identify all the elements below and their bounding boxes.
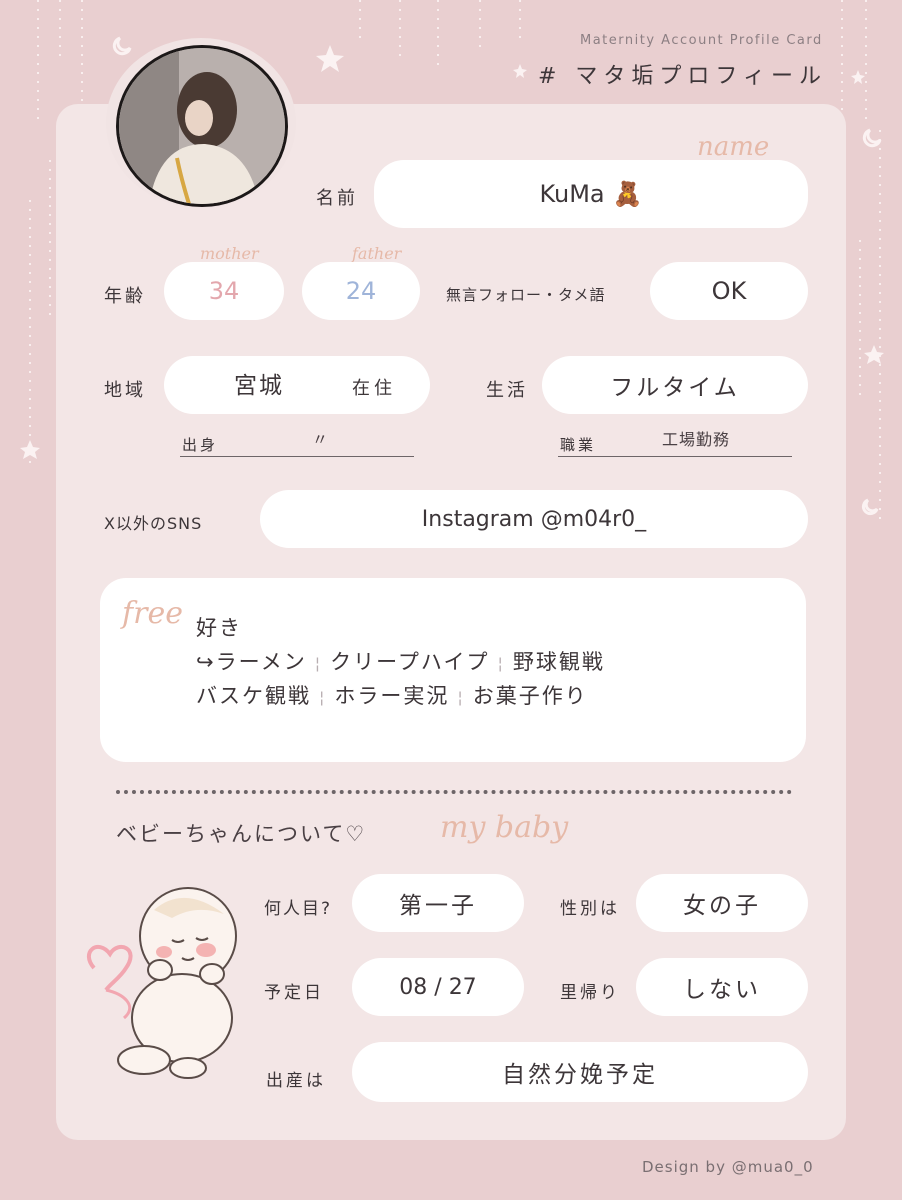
header-subtitle: Maternity Account Profile Card [580,33,823,48]
sns-field: Instagram @m04r0_ [260,490,808,548]
teddy-bear-icon: 🧸 [612,180,643,208]
name-script-label: name [697,132,770,162]
silent-follow-field: OK [650,262,808,320]
name-label: 名前 [316,188,358,209]
birthplace-value: 〃 [312,430,329,449]
free-heading: 好き [196,616,242,640]
sns-label: X以外のSNS [104,514,203,533]
job-value: 工場勤務 [662,430,731,449]
like-item: バスケ観戦 [196,684,311,708]
due-date-field: 08 / 27 [352,958,524,1016]
baby-order-value: 第一子 [399,893,477,919]
birth-method-label: 出産は [266,1071,326,1091]
sns-value: Instagram @m04r0_ [421,506,647,532]
silent-follow-value: OK [711,277,747,305]
due-date-value: 08 / 27 [399,974,477,1000]
age-label: 年齢 [104,286,146,307]
life-label: 生活 [486,380,528,401]
baby-heading: ベビーちゃんについて♡ [116,822,367,846]
birthplace-underline [180,456,414,457]
mother-age-field: 34 [164,262,284,320]
region-suffix: 在住 [352,378,396,399]
free-likes-line-1: ↪ラーメン ¦ クリープハイプ ¦ 野球観戦 [196,646,605,676]
like-item: 野球観戦 [512,650,605,674]
region-field: 宮城 在住 [164,356,430,414]
name-value: KuMa [539,180,605,208]
father-age-value: 24 [345,277,377,305]
return-home-value: しない [683,977,761,1003]
dotted-divider [116,790,792,794]
birthplace-label: 出身 [182,436,219,454]
like-item: クリープハイプ [330,650,490,674]
avatar-photo-icon [119,48,285,204]
return-home-label: 里帰り [560,983,620,1003]
header-title: # マタ垢プロフィール [538,64,827,89]
life-field: フルタイム [542,356,808,414]
region-label: 地域 [104,380,146,401]
separator: ¦ [457,688,465,707]
avatar [116,45,288,207]
name-field: KuMa 🧸 [374,160,808,228]
birth-method-value: 自然分娩予定 [502,1062,658,1088]
baby-gender-label: 性別は [560,899,620,919]
job-underline [558,456,792,457]
design-credit: Design by @mua0_0 [642,1158,814,1176]
mother-script-label: mother [200,244,259,263]
separator: ¦ [319,688,327,707]
due-date-label: 予定日 [264,983,324,1003]
job-label: 職業 [560,436,597,454]
silent-follow-label: 無言フォロー・タメ語 [446,286,606,304]
return-home-field: しない [636,958,808,1016]
baby-gender-field: 女の子 [636,874,808,932]
my-baby-script-label: my baby [440,810,569,845]
father-age-field: 24 [302,262,420,320]
like-item: お菓子作り [472,684,588,708]
like-item: ↪ラーメン [196,650,307,674]
free-likes-line-2: バスケ観戦 ¦ ホラー実況 ¦ お菓子作り [196,680,588,710]
baby-gender-value: 女の子 [683,893,761,919]
free-script-label: free [122,596,183,631]
baby-illustration-icon [86,887,237,1079]
father-script-label: father [352,244,402,263]
baby-order-label: 何人目? [264,899,333,919]
mother-age-value: 34 [208,277,240,305]
baby-order-field: 第一子 [352,874,524,932]
region-value: 宮城 [234,373,284,399]
birth-method-field: 自然分娩予定 [352,1042,808,1102]
like-item: ホラー実況 [334,684,450,708]
separator: ¦ [314,654,323,673]
separator: ¦ [497,654,505,673]
life-value: フルタイム [610,375,740,401]
